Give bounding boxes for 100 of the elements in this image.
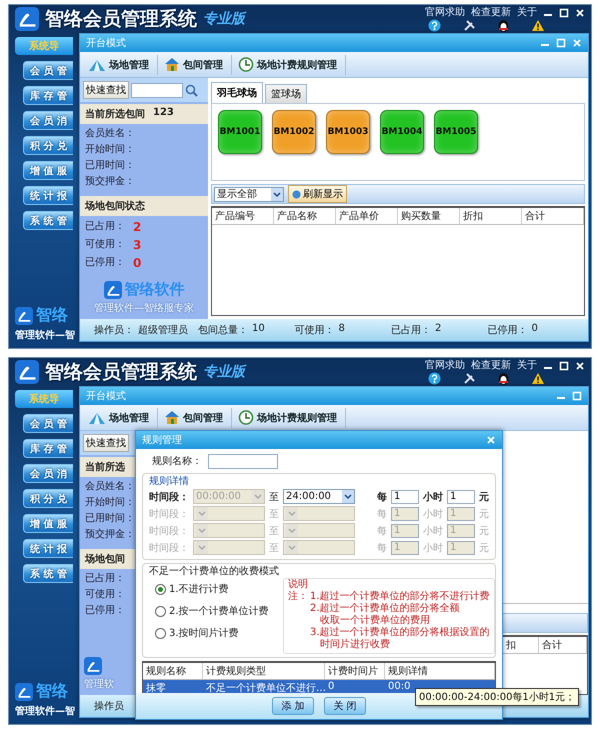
court-tile[interactable]: BM1001 <box>218 110 262 154</box>
section-title: 当前所选 <box>85 460 125 474</box>
penguin-icon[interactable] <box>498 372 509 385</box>
court-tile[interactable]: BM1004 <box>380 110 424 154</box>
per-label: 每 <box>377 508 387 520</box>
edition-label: 专业版 <box>203 10 245 29</box>
court-tile[interactable]: BM1005 <box>434 110 478 154</box>
end-time-select[interactable]: 24:00:00 <box>283 489 355 504</box>
caret-icon[interactable] <box>342 490 354 503</box>
logo-icon <box>15 682 33 700</box>
room-number: 123 <box>153 107 174 120</box>
caret-icon[interactable] <box>271 188 283 200</box>
court-tile[interactable]: BM1002 <box>272 110 316 154</box>
note-text: 收取一个计费单位的费用 <box>319 615 431 626</box>
warning-icon[interactable] <box>531 19 545 32</box>
close-icon[interactable] <box>575 8 585 18</box>
to-label: 至 <box>269 508 279 520</box>
dialog-button[interactable]: 关 闭 <box>324 697 366 715</box>
tab[interactable]: 羽毛球场 <box>211 82 263 103</box>
toolbar-button[interactable]: 场地计费规则管理 <box>236 54 346 74</box>
logo-icon <box>84 657 102 675</box>
per-label: 每 <box>377 542 387 554</box>
maximize-icon[interactable] <box>559 360 569 370</box>
refresh-icon <box>292 190 301 198</box>
header-link[interactable]: 关于 <box>517 7 537 18</box>
notes-prefix: 注： <box>288 591 308 604</box>
field-label: 会员姓名： <box>84 480 135 494</box>
status-value: 2 <box>435 323 442 336</box>
close-icon[interactable] <box>575 360 585 370</box>
header-link[interactable]: 检查更新 <box>471 7 511 18</box>
toolbar-button[interactable]: 包间管理 <box>162 408 232 428</box>
stat-value: 3 <box>133 238 142 252</box>
search-label-button[interactable]: 快速查找 <box>83 81 129 99</box>
header-link[interactable]: 关于 <box>517 360 537 371</box>
maximize-icon[interactable] <box>559 8 569 18</box>
header-link[interactable]: 检查更新 <box>471 360 511 371</box>
unit-label: 小时 <box>423 508 443 520</box>
refresh-button[interactable]: 刷新显示 <box>288 185 347 203</box>
toolbar-button[interactable]: 场地管理 <box>86 54 158 74</box>
dialog-title: 规则管理 <box>142 434 182 447</box>
status-label: 包间总量： <box>198 324 248 337</box>
field-label: 开始时间： <box>84 496 135 510</box>
tooltip: 00:00:00-24:00:00每1小时1元； <box>415 688 580 706</box>
search-icon[interactable] <box>185 84 198 96</box>
to-label: 至 <box>269 542 279 554</box>
status-value: 8 <box>338 323 345 336</box>
tools-icon[interactable] <box>463 372 476 385</box>
logo-icon <box>104 280 122 298</box>
field-label: 时间段： <box>149 508 189 520</box>
rule-name-field[interactable] <box>208 454 278 468</box>
app-title: 智络会员管理系统 <box>45 7 197 31</box>
field-label: 时间段： <box>149 542 189 554</box>
column-header: 计费时间片 <box>325 663 385 679</box>
dialog-button[interactable]: 添 加 <box>272 697 314 715</box>
radio-button[interactable] <box>155 606 166 616</box>
status-value: 0 <box>532 323 538 336</box>
column-header: 计费规则类型 <box>203 663 325 679</box>
house-icon <box>164 410 180 425</box>
currency-label: 元 <box>479 542 489 554</box>
stat-label: 已停用： <box>84 604 126 618</box>
search-field[interactable] <box>131 82 183 98</box>
unit-label: 小时 <box>423 490 443 504</box>
radio-button[interactable] <box>155 628 166 638</box>
radio-button[interactable] <box>155 584 166 594</box>
status-label: 操作员 <box>94 700 124 713</box>
unit-label: 小时 <box>423 542 443 554</box>
help-icon[interactable] <box>428 19 441 32</box>
stat-label: 已停用： <box>85 257 125 269</box>
header-link[interactable]: 官网求助 <box>425 7 465 18</box>
edition-label: 专业版 <box>203 363 245 382</box>
toolbar-button[interactable]: 场地管理 <box>86 408 158 428</box>
search-label-button[interactable]: 快速查找 <box>83 434 129 452</box>
help-icon[interactable] <box>428 372 441 385</box>
tab[interactable]: 篮球场 <box>265 84 307 103</box>
field-label: 会员姓名： <box>84 127 136 141</box>
logo-icon <box>15 7 39 31</box>
note-text: 1.超过一个计费单位的部分将不进行计费 <box>310 591 490 602</box>
currency-label: 元 <box>479 524 489 538</box>
column-header: 合计 <box>539 637 587 653</box>
stat-label: 已占用： <box>84 572 126 586</box>
court-tile[interactable]: BM1003 <box>326 110 370 154</box>
tent-icon <box>88 410 106 424</box>
tools-icon[interactable] <box>463 19 476 32</box>
logo-icon <box>15 306 33 324</box>
note-text: 2.超过一个计费单位的部分将全额 <box>310 603 461 614</box>
penguin-icon[interactable] <box>498 19 509 32</box>
warning-icon[interactable] <box>531 372 545 385</box>
toolbar-button[interactable]: 包间管理 <box>162 54 232 74</box>
per-label: 每 <box>377 490 387 504</box>
logo-tagline: 管理软 <box>84 678 114 691</box>
column-header: 规则名称 <box>143 663 203 679</box>
field-label: 时间段： <box>149 524 189 538</box>
price-field[interactable]: 1 <box>447 490 475 504</box>
table-cell: 00:0 <box>388 681 410 692</box>
filter-select[interactable]: 显示全部 <box>214 186 284 202</box>
hours-field[interactable]: 1 <box>391 490 419 504</box>
status-value: 10 <box>252 323 265 336</box>
tent-icon <box>88 58 106 72</box>
toolbar-button[interactable]: 场地计费规则管理 <box>236 408 346 428</box>
header-link[interactable]: 官网求助 <box>425 360 465 371</box>
